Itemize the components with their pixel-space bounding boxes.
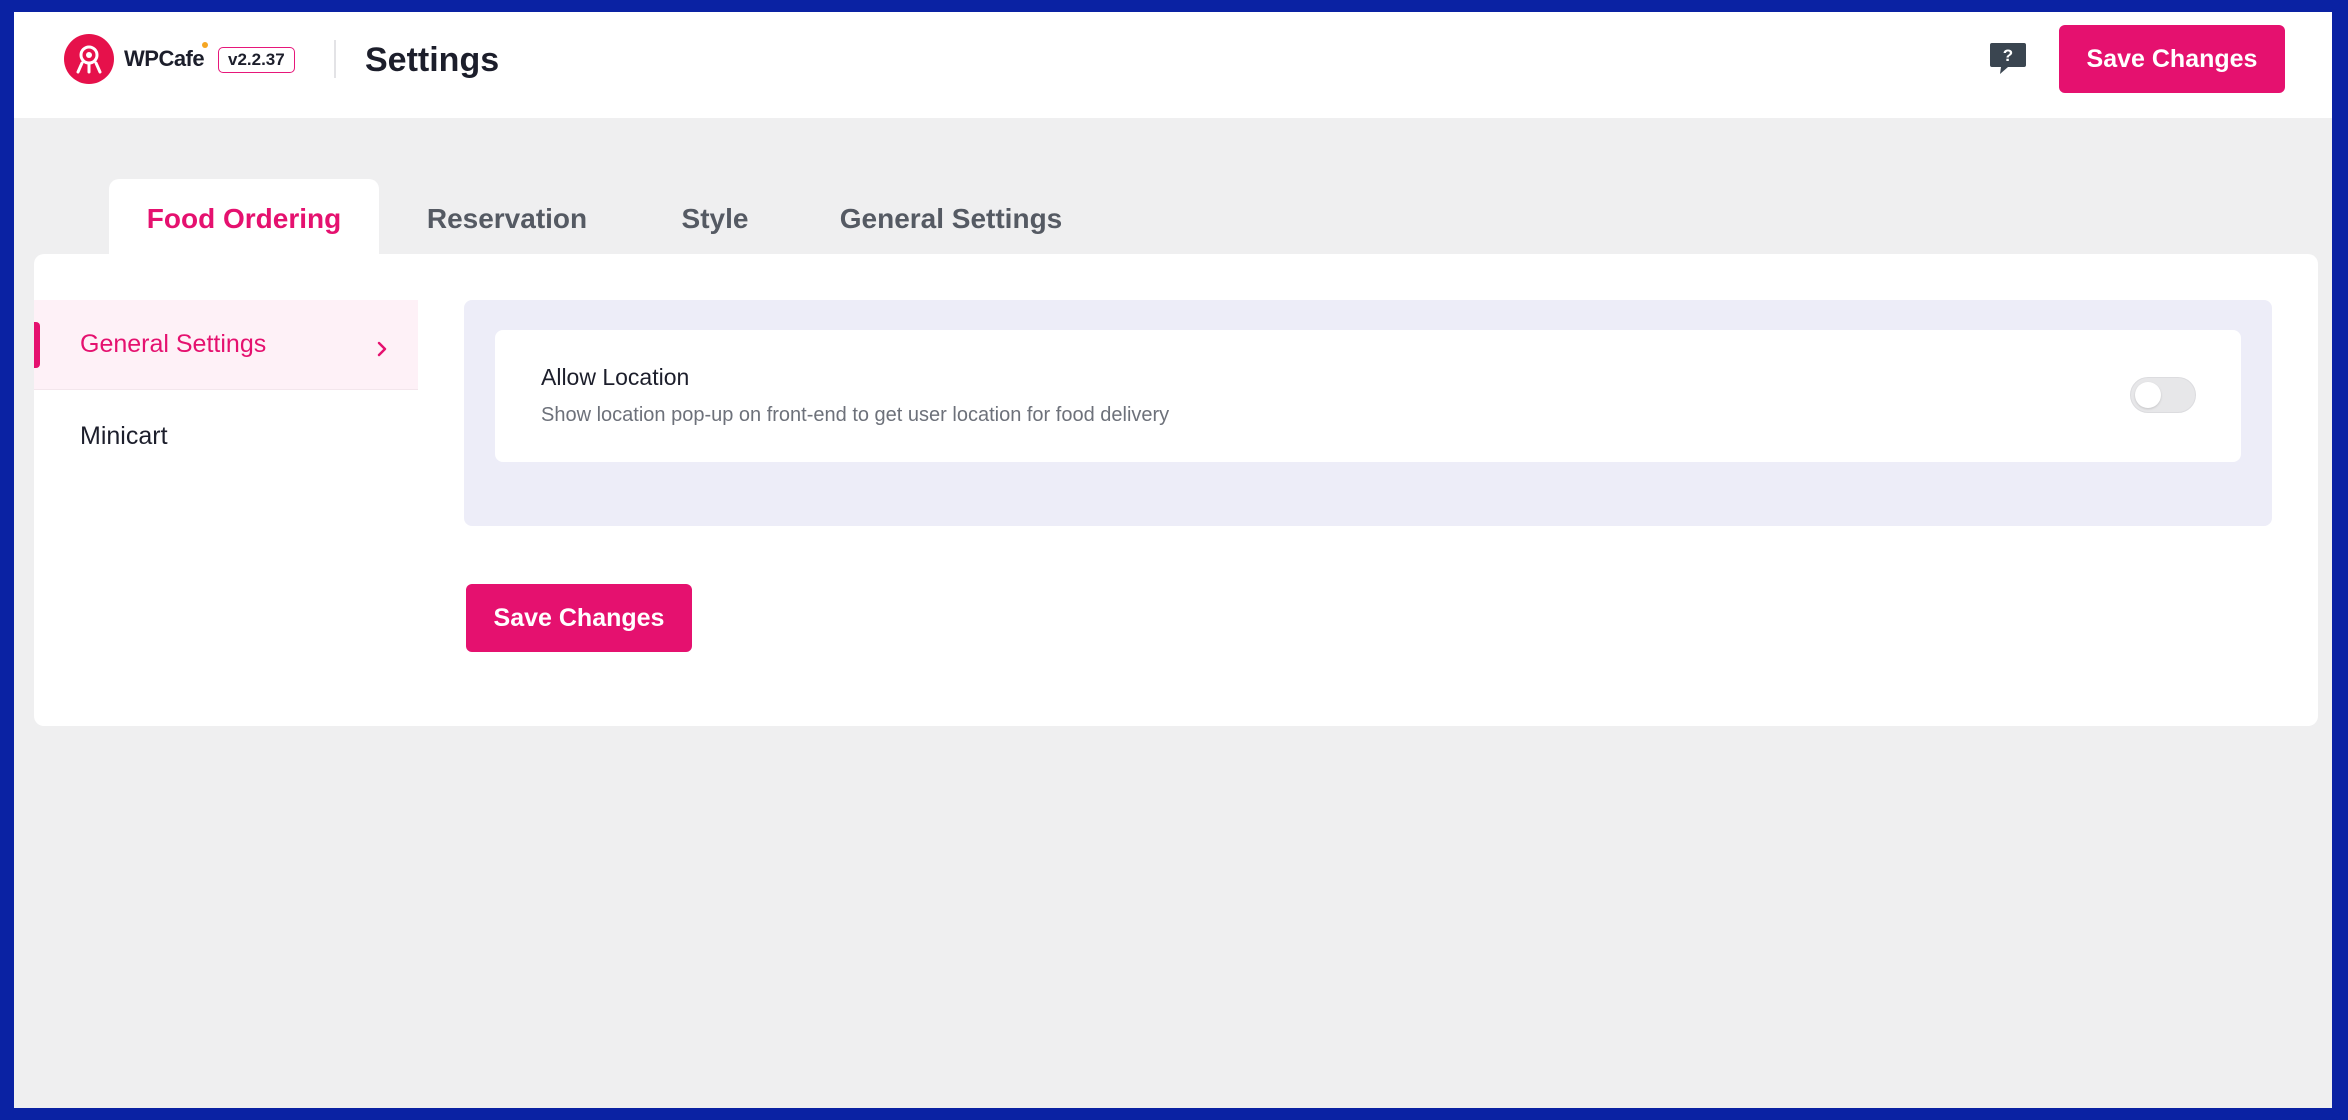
- settings-panel: General Settings Minicart Allow Location…: [34, 254, 2318, 726]
- setting-description: Show location pop-up on front-end to get…: [541, 404, 1170, 426]
- sidebar-item-label: General Settings: [80, 330, 267, 358]
- settings-group: Allow Location Show location pop-up on f…: [464, 300, 2272, 526]
- allow-location-setting: Allow Location Show location pop-up on f…: [495, 330, 2241, 462]
- chevron-right-icon: [376, 336, 388, 365]
- tab-food-ordering[interactable]: Food Ordering: [109, 179, 379, 259]
- save-changes-button[interactable]: Save Changes: [466, 584, 692, 652]
- toggle-knob: [2135, 382, 2161, 408]
- tab-general-settings[interactable]: General Settings: [821, 179, 1081, 259]
- header-divider: [334, 40, 336, 78]
- sidebar-item-general-settings[interactable]: General Settings: [34, 300, 418, 390]
- allow-location-toggle[interactable]: [2130, 377, 2196, 413]
- sidebar-item-minicart[interactable]: Minicart: [34, 391, 418, 481]
- page-title: Settings: [365, 41, 500, 79]
- top-header: WPCafe v2.2.37 Settings ? Save Changes: [14, 12, 2332, 118]
- brand-name: WPCafe: [124, 46, 205, 71]
- active-indicator: [34, 322, 40, 368]
- question-chat-icon[interactable]: ?: [1988, 41, 2028, 77]
- setting-title: Allow Location: [541, 364, 690, 390]
- brand-accent-dot: [202, 42, 208, 48]
- wpcafe-logo-icon: [64, 34, 114, 84]
- tab-style[interactable]: Style: [665, 179, 765, 259]
- header-save-button[interactable]: Save Changes: [2059, 25, 2285, 93]
- sidebar-item-label: Minicart: [80, 421, 168, 450]
- version-badge: v2.2.37: [218, 47, 295, 73]
- tab-reservation[interactable]: Reservation: [409, 179, 605, 259]
- settings-page: WPCafe v2.2.37 Settings ? Save Changes F…: [14, 12, 2332, 1108]
- svg-text:?: ?: [2003, 46, 2013, 65]
